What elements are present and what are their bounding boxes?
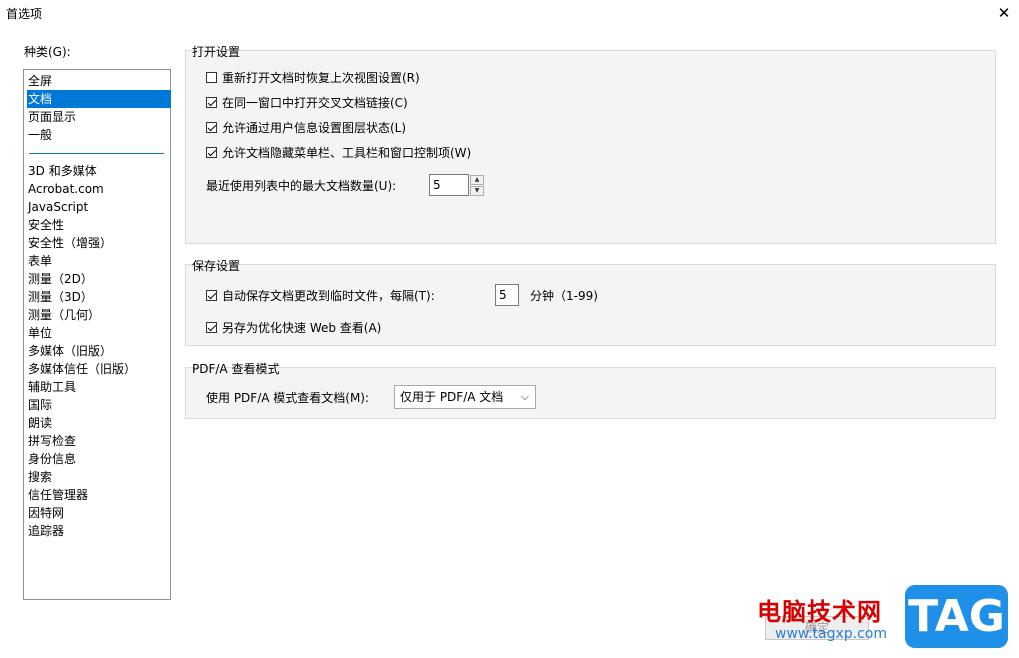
- chevron-down-icon: ⌵: [520, 390, 529, 403]
- autosave-checkbox[interactable]: [206, 290, 217, 301]
- watermark-url: www.tagxp.com: [775, 626, 887, 642]
- category-item[interactable]: 辅助工具: [27, 378, 171, 396]
- fast-web-checkbox[interactable]: [206, 322, 217, 333]
- category-item[interactable]: JavaScript: [27, 198, 171, 216]
- close-icon[interactable]: ✕: [994, 3, 1014, 23]
- same-window-checkbox[interactable]: [206, 97, 217, 108]
- category-item[interactable]: 3D 和多媒体: [27, 162, 171, 180]
- layer-state-checkbox[interactable]: [206, 122, 217, 133]
- category-item[interactable]: 测量（2D）: [27, 270, 171, 288]
- category-item-selected[interactable]: 文档: [27, 90, 171, 108]
- category-item[interactable]: 一般: [27, 126, 171, 144]
- layer-state-label[interactable]: 允许通过用户信息设置图层状态(L): [222, 119, 406, 136]
- spin-up-icon[interactable]: ▲: [470, 175, 484, 185]
- category-item[interactable]: 测量（3D）: [27, 288, 171, 306]
- pdfa-mode-label: 使用 PDF/A 模式查看文档(M):: [206, 391, 370, 405]
- category-item[interactable]: 测量（几何）: [27, 306, 171, 324]
- category-item[interactable]: 信任管理器: [27, 486, 171, 504]
- category-list[interactable]: 全屏 文档 页面显示 一般 3D 和多媒体 Acrobat.com JavaScri…: [23, 69, 171, 600]
- pdfa-mode-value: 仅用于 PDF/A 文档: [400, 390, 504, 404]
- open-settings-title: 打开设置: [192, 45, 241, 59]
- category-item[interactable]: 搜索: [27, 468, 171, 486]
- pdfa-title: PDF/A 查看模式: [192, 362, 280, 376]
- category-item[interactable]: 身份信息: [27, 450, 171, 468]
- category-item[interactable]: 多媒体信任（旧版）: [27, 360, 171, 378]
- autosave-minutes-input[interactable]: 5: [495, 284, 519, 306]
- category-item[interactable]: 单位: [27, 324, 171, 342]
- hide-menubar-checkbox[interactable]: [206, 147, 217, 158]
- hide-menubar-label[interactable]: 允许文档隐藏菜单栏、工具栏和窗口控制项(W): [222, 144, 471, 161]
- fast-web-label[interactable]: 另存为优化快速 Web 查看(A): [222, 319, 381, 336]
- title-bar: 首选项 ✕: [0, 0, 1019, 26]
- reopen-restore-checkbox[interactable]: [206, 72, 217, 83]
- autosave-label[interactable]: 自动保存文档更改到临时文件，每隔(T):: [222, 287, 435, 304]
- category-item[interactable]: 拼写检查: [27, 432, 171, 450]
- category-item[interactable]: 全屏: [27, 72, 171, 90]
- category-item[interactable]: 页面显示: [27, 108, 171, 126]
- category-item[interactable]: 安全性（增强）: [27, 234, 171, 252]
- category-item[interactable]: 表单: [27, 252, 171, 270]
- max-docs-label: 最近使用列表中的最大文档数量(U):: [206, 179, 397, 193]
- max-docs-input[interactable]: 5: [429, 174, 469, 196]
- spin-down-icon[interactable]: ▼: [470, 186, 484, 196]
- watermark-tag-logo: TAG: [905, 585, 1008, 648]
- watermark-site-name: 电脑技术网: [757, 598, 882, 626]
- save-settings-title: 保存设置: [192, 259, 241, 273]
- pdfa-mode-dropdown[interactable]: 仅用于 PDF/A 文档 ⌵: [394, 385, 536, 409]
- reopen-restore-label[interactable]: 重新打开文档时恢复上次视图设置(R): [222, 69, 420, 86]
- window-title: 首选项: [6, 7, 43, 21]
- category-item[interactable]: 因特网: [27, 504, 171, 522]
- category-label: 种类(G):: [24, 45, 71, 59]
- category-item[interactable]: 安全性: [27, 216, 171, 234]
- autosave-unit-label: 分钟（1-99): [530, 289, 598, 303]
- category-item[interactable]: 追踪器: [27, 522, 171, 540]
- category-item[interactable]: 多媒体（旧版）: [27, 342, 171, 360]
- category-item[interactable]: 国际: [27, 396, 171, 414]
- list-separator: [29, 153, 164, 154]
- category-item[interactable]: Acrobat.com: [27, 180, 171, 198]
- same-window-label[interactable]: 在同一窗口中打开交叉文档链接(C): [222, 94, 408, 111]
- category-item[interactable]: 朗读: [27, 414, 171, 432]
